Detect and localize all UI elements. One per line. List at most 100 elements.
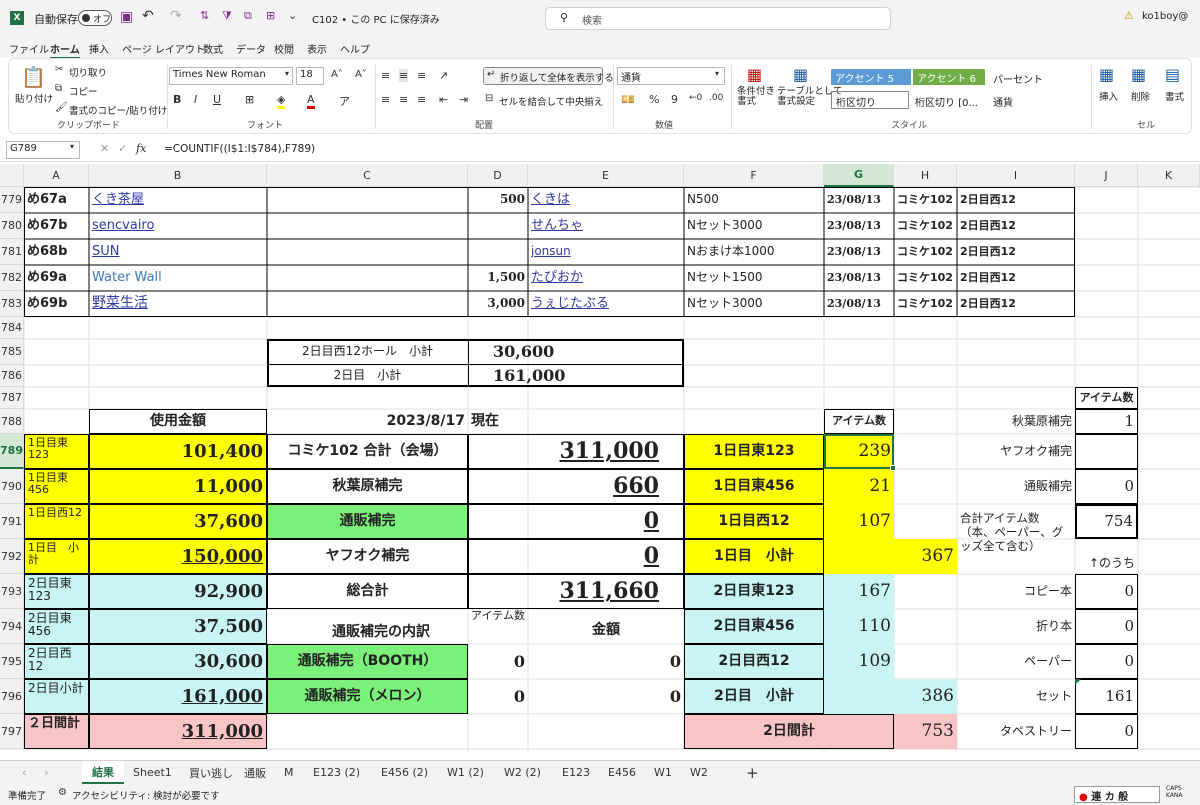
style-currency[interactable]: 通貨: [993, 94, 1013, 109]
save-icon[interactable]: ▣: [120, 9, 133, 25]
wrap-text-button[interactable]: ↵ 折り返して全体を表示する: [483, 67, 614, 85]
col-header-f[interactable]: F: [684, 164, 824, 187]
percent-icon[interactable]: %: [649, 93, 659, 106]
cell-e789[interactable]: 311,000: [468, 434, 684, 469]
cell-b788[interactable]: 使用金額: [89, 409, 267, 434]
col-header-h[interactable]: H: [894, 164, 957, 187]
col-header-d[interactable]: D: [468, 164, 528, 187]
cell-h781[interactable]: コミケ102: [894, 239, 957, 265]
name-box[interactable]: G789: [6, 141, 80, 159]
cell-d794[interactable]: アイテム数: [468, 609, 528, 644]
cell-b782[interactable]: Water Wall: [89, 265, 267, 291]
cell-a781[interactable]: め68b: [24, 239, 89, 265]
col-header-k[interactable]: K: [1138, 164, 1200, 187]
row-header-793[interactable]: 793: [0, 574, 24, 609]
cut-icon[interactable]: ✂: [55, 64, 63, 75]
cell-a791[interactable]: 1日目西12: [24, 504, 89, 539]
currency-icon[interactable]: 💴: [621, 93, 635, 106]
insert-function-icon[interactable]: fx: [136, 142, 146, 155]
tab-view[interactable]: 表示: [307, 41, 327, 56]
col-header-e[interactable]: E: [528, 164, 684, 187]
cell-f797[interactable]: 2日間計: [684, 714, 894, 749]
cell-e794[interactable]: 金額: [528, 609, 684, 644]
cell-c789[interactable]: コミケ102 合計（会場）: [267, 434, 468, 469]
sheet-tab-e123[interactable]: E123: [562, 761, 590, 784]
tab-insert[interactable]: 挿入: [89, 41, 109, 56]
comma-icon[interactable]: 9: [671, 93, 678, 106]
align-right-icon[interactable]: ≡: [417, 93, 426, 106]
cell-g788[interactable]: アイテム数: [824, 409, 894, 434]
cell-b796[interactable]: 161,000: [89, 679, 267, 714]
cell-i780[interactable]: 2日目西12: [957, 213, 1075, 239]
cell-e782[interactable]: たぴおか: [528, 265, 684, 291]
cell-j793[interactable]: 0: [1075, 574, 1138, 609]
sheet-tab-w1-2[interactable]: W1 (2): [447, 761, 484, 784]
font-name-dropdown-icon[interactable]: ▾: [285, 69, 289, 78]
italic-icon[interactable]: I: [194, 93, 197, 106]
undo-icon[interactable]: ↶: [142, 8, 154, 24]
cell-h782[interactable]: コミケ102: [894, 265, 957, 291]
redo-icon[interactable]: ↷: [170, 8, 182, 24]
copy-icon[interactable]: ⧉: [55, 83, 62, 94]
cell-f794[interactable]: 2日目東456: [684, 609, 824, 644]
cell-d779[interactable]: 500: [468, 187, 528, 213]
cell-j792[interactable]: ↑のうち: [1075, 539, 1138, 574]
style-accent5[interactable]: アクセント 5: [831, 69, 911, 85]
col-header-b[interactable]: B: [89, 164, 267, 187]
row-header-791[interactable]: 791: [0, 504, 24, 539]
tab-data[interactable]: データ: [236, 41, 266, 56]
corner-select-all[interactable]: [0, 164, 24, 187]
delete-cells-icon[interactable]: ▦: [1131, 65, 1146, 84]
delete-cells-button[interactable]: 削除: [1131, 89, 1150, 103]
sheet-tab-m[interactable]: M: [284, 761, 294, 784]
row-header-788[interactable]: 788: [0, 409, 24, 434]
cell-d785[interactable]: 30,600: [490, 339, 680, 365]
cell-d782[interactable]: 1,500: [468, 265, 528, 291]
insert-cells-button[interactable]: 挿入: [1099, 89, 1118, 103]
conditional-format-button[interactable]: 条件付き 書式: [737, 86, 775, 108]
sheet-tab-結果[interactable]: 結果: [82, 761, 124, 784]
search-box[interactable]: ⚲ 検索: [545, 7, 891, 30]
bold-icon[interactable]: B: [173, 93, 181, 106]
row-header-795[interactable]: 795: [0, 644, 24, 679]
cell-d786[interactable]: 161,000: [490, 365, 680, 387]
insert-cells-icon[interactable]: ▦: [1099, 65, 1114, 84]
merge-center-icon[interactable]: ⊟: [485, 93, 493, 104]
col-header-i[interactable]: I: [957, 164, 1075, 187]
cell-c791[interactable]: 通販補完: [267, 504, 468, 539]
cell-c796[interactable]: 通販補完（メロン）: [267, 679, 468, 714]
sheet-tab-e123-2[interactable]: E123 (2): [313, 761, 360, 784]
cell-f783[interactable]: Nセット3000: [684, 291, 824, 317]
filter-icon[interactable]: ⧩: [222, 9, 232, 23]
cell-a782[interactable]: め69a: [24, 265, 89, 291]
cell-g780[interactable]: 23/08/13: [824, 213, 894, 239]
style-percent[interactable]: パーセント: [993, 71, 1043, 86]
col-header-c[interactable]: C: [267, 164, 468, 187]
align-bottom-icon[interactable]: ≡: [417, 69, 426, 82]
row-header-787[interactable]: 787: [0, 387, 24, 409]
sheet-tab-e456[interactable]: E456: [608, 761, 636, 784]
format-cells-icon[interactable]: ▤: [1165, 65, 1180, 84]
cell-f795[interactable]: 2日目西12: [684, 644, 824, 679]
name-box-dropdown-icon[interactable]: ▾: [70, 142, 74, 151]
increase-decimal-icon[interactable]: ←0: [689, 93, 702, 103]
cell-i794[interactable]: 折り本: [957, 609, 1075, 644]
cell-i795[interactable]: ペーパー: [957, 644, 1075, 679]
paste-icon[interactable]: 📋: [21, 65, 46, 89]
row-header-797[interactable]: 797: [0, 714, 24, 749]
spreadsheet-grid[interactable]: A B C D E F G H I J K 779 780 781 782 78…: [0, 164, 1200, 752]
cell-j789[interactable]: [1075, 434, 1138, 469]
align-center-icon[interactable]: ≡: [399, 93, 408, 106]
cell-c790[interactable]: 秋葉原補完: [267, 469, 468, 504]
cell-h783[interactable]: コミケ102: [894, 291, 957, 317]
cell-j797[interactable]: 0: [1075, 714, 1138, 749]
cell-f781[interactable]: Nおまけ本1000: [684, 239, 824, 265]
phonetic-icon[interactable]: ア: [339, 93, 350, 109]
align-left-icon[interactable]: ≡: [381, 93, 390, 106]
format-as-table-icon[interactable]: ▦: [793, 65, 808, 84]
warning-icon[interactable]: ⚠: [1124, 9, 1134, 22]
cut-button[interactable]: 切り取り: [69, 65, 107, 79]
cell-b793[interactable]: 92,900: [89, 574, 267, 609]
sheet-tab-w1[interactable]: W1: [654, 761, 672, 784]
cell-i788[interactable]: 秋葉原補完: [957, 409, 1075, 434]
